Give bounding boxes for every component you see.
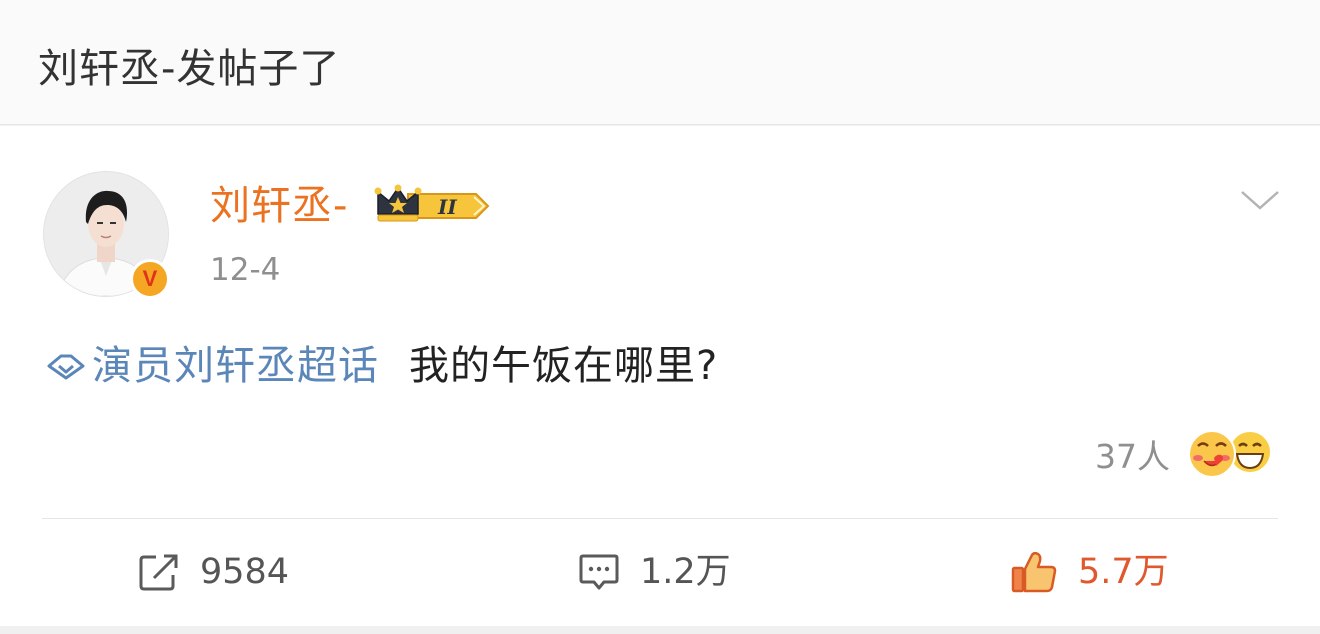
membership-level-label: II	[437, 195, 457, 219]
like-count: 5.7万	[1078, 552, 1169, 592]
post-content: 演员刘轩丞超话 我的午饭在哪里?	[46, 338, 718, 394]
post-time: 12-4	[210, 252, 281, 288]
reactors-summary[interactable]: 37人	[1095, 426, 1276, 482]
author-name[interactable]: 刘轩丞-	[210, 181, 348, 231]
comment-count: 1.2万	[640, 552, 731, 592]
post-text: 我的午饭在哪里?	[409, 343, 719, 389]
topic-link[interactable]: 演员刘轩丞超话	[92, 341, 379, 391]
repost-button[interactable]: 9584	[138, 546, 289, 598]
diamond-icon	[47, 354, 85, 380]
repost-icon	[139, 554, 178, 591]
comment-icon	[579, 554, 619, 590]
post-card[interactable]: V 刘轩丞- II 12-4 演员刘轩丞超话 我的午饭在哪里? 37人 9584…	[0, 126, 1320, 626]
verified-badge-label: V	[142, 266, 158, 291]
divider	[42, 518, 1278, 519]
reaction-emojis	[1184, 428, 1276, 480]
thumbs-up-icon	[1011, 551, 1057, 593]
reactors-count: 37人	[1095, 437, 1170, 476]
repost-count: 9584	[200, 552, 290, 592]
membership-crown-icon[interactable]: II	[374, 184, 492, 228]
kiss-emoji-icon	[1188, 430, 1236, 478]
page-header: 刘轩丞-发帖子了	[0, 0, 1320, 125]
page-title: 刘轩丞-发帖子了	[38, 46, 341, 92]
bottom-separator	[0, 626, 1320, 634]
comment-button[interactable]: 1.2万	[578, 546, 731, 598]
chevron-down-icon[interactable]	[1238, 184, 1282, 214]
verified-badge-icon: V	[130, 259, 170, 299]
like-button[interactable]: 5.7万	[1010, 546, 1169, 598]
